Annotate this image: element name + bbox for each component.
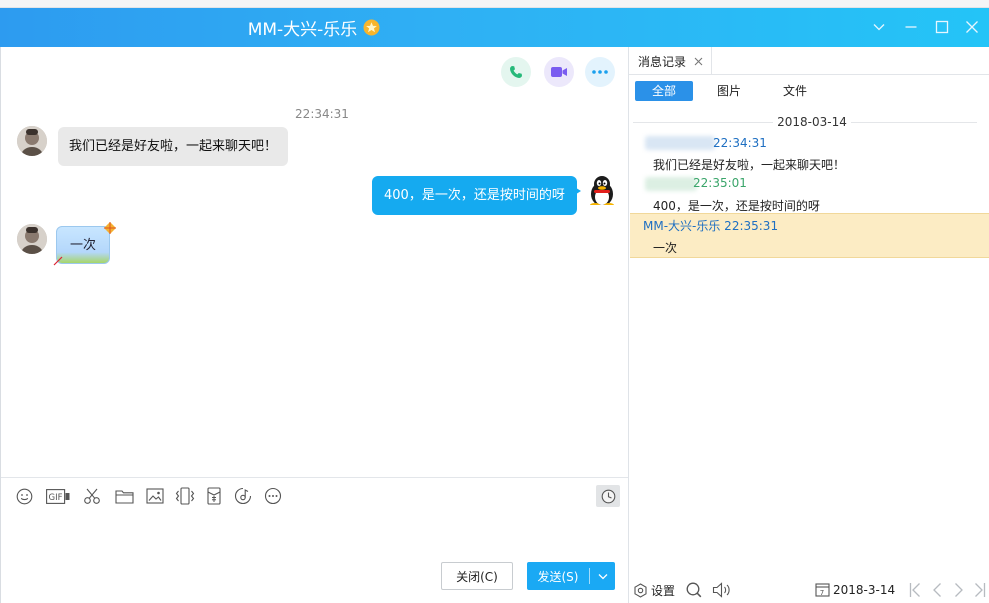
- search-icon[interactable]: [686, 582, 702, 598]
- filter-all[interactable]: 全部: [635, 81, 693, 101]
- history-panel: 消息记录 全部 图片 文件 2018-03-14 22:34:31 我们已经是好…: [628, 47, 989, 603]
- avatar[interactable]: [17, 126, 47, 156]
- message-timestamp: 22:34:31: [295, 107, 349, 121]
- history-sender-time: 22:35:01: [693, 176, 747, 190]
- history-clock-icon[interactable]: [596, 485, 620, 507]
- image-icon[interactable]: [145, 487, 165, 505]
- blurred-sender-name: [645, 136, 715, 150]
- more-dots-icon[interactable]: [585, 57, 615, 87]
- date-picker-value: 2018-3-14: [833, 582, 896, 597]
- shake-icon[interactable]: [175, 487, 195, 505]
- filter-files[interactable]: 文件: [773, 81, 817, 101]
- avatar[interactable]: [587, 175, 617, 205]
- svg-text:GIF: GIF: [49, 493, 63, 503]
- previous-page-icon[interactable]: [932, 582, 942, 598]
- window-title: MM-大兴-乐乐: [247, 20, 358, 40]
- history-message: 我们已经是好友啦，一起来聊天吧！: [653, 158, 846, 172]
- date-separator: 2018-03-14: [629, 115, 989, 129]
- video-camera-icon[interactable]: [544, 57, 574, 87]
- settings-button[interactable]: 设置: [633, 582, 675, 599]
- calendar-icon: 7: [815, 583, 830, 597]
- history-tab-bar: 消息记录: [629, 47, 989, 75]
- minimize-icon[interactable]: [901, 17, 921, 37]
- first-page-icon[interactable]: [909, 582, 921, 598]
- red-packet-icon[interactable]: [204, 487, 224, 505]
- send-button[interactable]: 发送(S): [527, 562, 615, 590]
- settings-label: 设置: [651, 584, 676, 598]
- history-bottom-bar: 设置 7 2018-3-14: [629, 577, 989, 603]
- message-bubble-incoming[interactable]: 我们已经是好友啦，一起来聊天吧！: [58, 127, 289, 166]
- date-picker[interactable]: 7 2018-3-14: [815, 582, 895, 597]
- history-message: 一次: [653, 241, 678, 255]
- message-input[interactable]: [1, 514, 628, 554]
- speaker-icon[interactable]: [712, 582, 732, 598]
- emoji-icon[interactable]: [14, 487, 34, 505]
- more-icon[interactable]: [263, 487, 283, 505]
- svg-text:7: 7: [820, 589, 824, 597]
- gear-icon: [634, 583, 647, 598]
- title-bar: MM-大兴-乐乐: [0, 8, 989, 47]
- close-button[interactable]: 关闭(C): [441, 562, 513, 590]
- blurred-sender-name: [645, 177, 697, 191]
- input-toolbar: GIF: [1, 477, 628, 513]
- gif-icon[interactable]: GIF: [46, 487, 70, 505]
- avatar[interactable]: [17, 224, 47, 254]
- filter-images[interactable]: 图片: [707, 81, 751, 101]
- bubble-tail: [573, 186, 581, 196]
- history-date: 2018-03-14: [777, 115, 847, 129]
- history-message: 400，是一次，还是按时间的呀: [653, 199, 820, 213]
- chevron-down-icon[interactable]: [590, 573, 615, 580]
- last-page-icon[interactable]: [974, 582, 986, 598]
- folder-icon[interactable]: [114, 487, 134, 505]
- maximize-icon[interactable]: [932, 17, 952, 37]
- title-wrap: MM-大兴-乐乐: [0, 8, 628, 47]
- string-decoration-icon: [53, 256, 63, 266]
- collapse-icon[interactable]: [869, 17, 889, 37]
- message-bubble-outgoing[interactable]: 400，是一次，还是按时间的呀: [372, 176, 577, 215]
- phone-icon[interactable]: [501, 57, 531, 87]
- next-page-icon[interactable]: [954, 582, 964, 598]
- chat-area: 22:34:31 我们已经是好友啦，一起来聊天吧！ 400，是一次，还是按时间的…: [0, 47, 628, 603]
- history-sender-time: 22:34:31: [713, 136, 767, 150]
- tab-message-history[interactable]: 消息记录: [629, 47, 713, 75]
- star-badge-icon[interactable]: [363, 19, 380, 36]
- music-icon[interactable]: [233, 487, 253, 505]
- history-sender-time: MM-大兴-乐乐 22:35:31: [643, 219, 779, 233]
- tab-label: 消息记录: [638, 54, 687, 69]
- screenshot-scissors-icon[interactable]: [82, 487, 102, 505]
- close-window-icon[interactable]: [962, 17, 982, 37]
- kite-decoration-icon: [104, 222, 116, 234]
- close-tab-icon[interactable]: [694, 57, 703, 66]
- window-top-edge: [0, 0, 989, 8]
- send-button-label: 发送(S): [537, 569, 579, 584]
